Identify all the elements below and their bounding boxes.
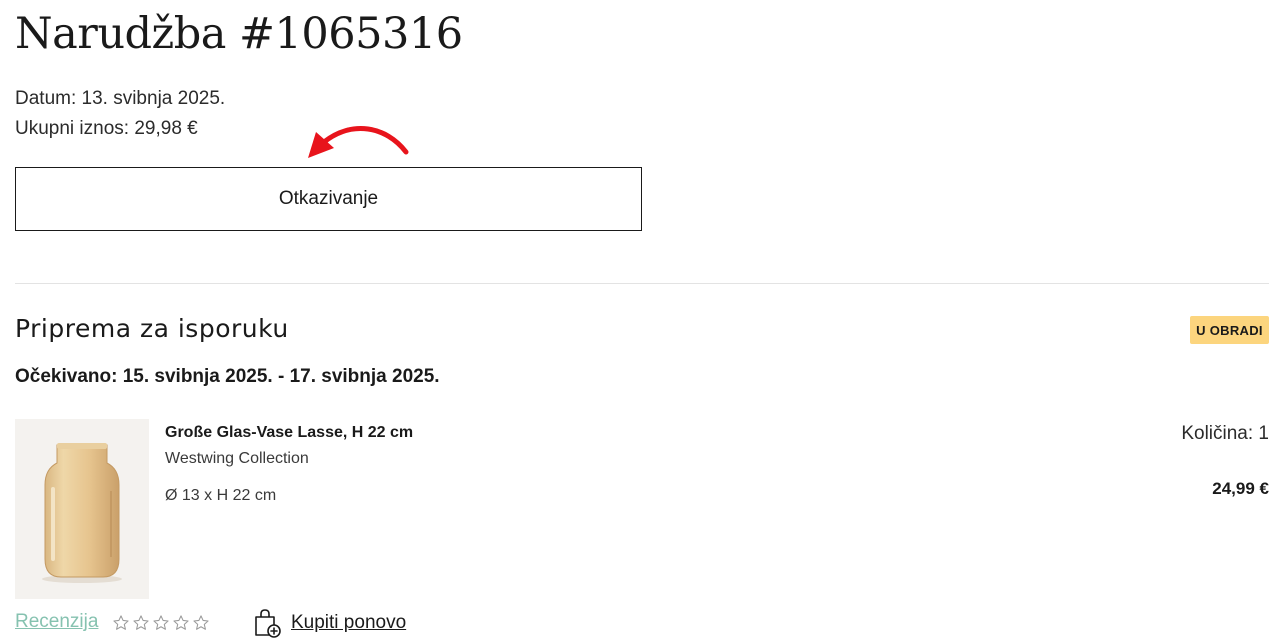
star-icon[interactable] [192, 614, 210, 632]
star-icon[interactable] [112, 614, 130, 632]
product-dimensions: Ø 13 x H 22 cm [165, 487, 277, 504]
product-brand: Westwing Collection [165, 450, 309, 467]
star-icon[interactable] [132, 614, 150, 632]
amber-glass-vase-image [42, 443, 122, 583]
cancel-order-button[interactable]: Otkazivanje [15, 167, 642, 231]
product-image[interactable] [15, 419, 149, 599]
star-icon[interactable] [152, 614, 170, 632]
page-title: Narudžba #1065316 [15, 9, 463, 59]
review-link[interactable]: Recenzija [15, 610, 98, 634]
expected-delivery: Očekivano: 15. svibnja 2025. - 17. svibn… [15, 366, 440, 387]
product-name[interactable]: Große Glas-Vase Lasse, H 22 cm [165, 422, 413, 444]
product-quantity: Količina: 1 [1181, 423, 1269, 444]
shipment-title: Priprema za isporuku [15, 314, 289, 343]
buy-again-button[interactable]: Kupiti ponovo [253, 608, 406, 638]
bag-plus-icon [255, 609, 281, 638]
buy-again-label: Kupiti ponovo [291, 612, 407, 633]
star-icon[interactable] [172, 614, 190, 632]
order-total: Ukupni iznos: 29,98 € [15, 118, 198, 139]
section-divider [15, 283, 1269, 284]
product-price: 24,99 € [1212, 479, 1269, 498]
order-date: Datum: 13. svibnja 2025. [15, 88, 226, 109]
status-badge: U OBRADI [1190, 316, 1269, 344]
rating-stars[interactable] [112, 614, 210, 632]
annotation-arrow-icon [308, 126, 409, 158]
